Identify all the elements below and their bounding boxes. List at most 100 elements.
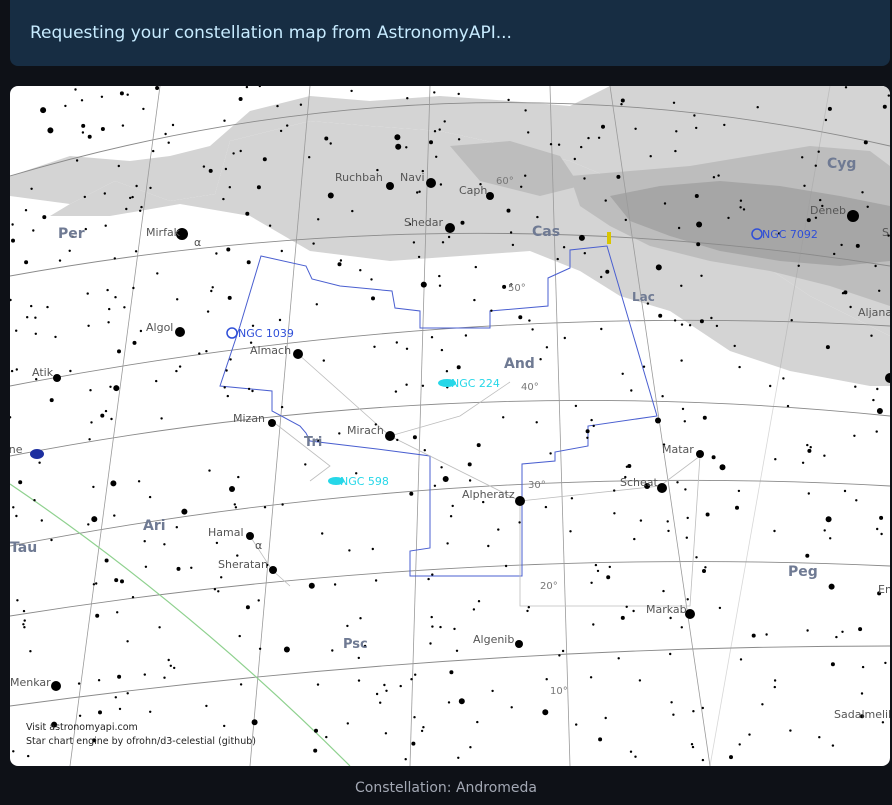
star (175, 369, 178, 373)
star (346, 722, 349, 725)
star (34, 332, 37, 335)
star (126, 93, 129, 96)
star (442, 476, 449, 482)
star (131, 195, 134, 199)
star-label-mirfak: Mirfak (146, 226, 181, 239)
star (113, 257, 117, 260)
star (453, 627, 456, 631)
star (717, 174, 720, 177)
star (383, 683, 386, 687)
star (858, 627, 863, 632)
star (190, 566, 193, 569)
star (163, 543, 166, 546)
star (420, 729, 424, 733)
star (751, 633, 756, 638)
status-banner: Requesting your constellation map from A… (10, 0, 890, 66)
star-chart: Ruchbah Navi Caph Shedar Mirfak Deneb Al… (10, 86, 890, 766)
star (142, 107, 145, 111)
star (457, 92, 460, 96)
star (38, 461, 41, 464)
star (114, 578, 119, 583)
star (160, 417, 163, 420)
star (578, 234, 585, 241)
star (509, 231, 513, 234)
ngc-7092-label: NGC 7092 (762, 228, 818, 241)
star (116, 611, 119, 614)
star (440, 348, 444, 352)
star (322, 359, 325, 362)
star (467, 462, 472, 467)
star (601, 124, 605, 129)
star (92, 583, 96, 586)
star (74, 88, 77, 91)
star (685, 536, 688, 539)
credit-line-1: Visit astronomyapi.com (26, 722, 138, 733)
star (54, 335, 57, 339)
star (739, 199, 743, 202)
star (527, 131, 530, 134)
star (406, 97, 409, 100)
star (316, 683, 320, 686)
star (592, 623, 595, 626)
star (833, 252, 836, 256)
star (613, 489, 616, 492)
star (100, 127, 105, 131)
star (224, 167, 228, 171)
star (801, 156, 804, 159)
star (695, 556, 698, 559)
star (258, 647, 262, 650)
star (806, 629, 809, 632)
star (684, 488, 687, 491)
star (256, 185, 261, 190)
star (563, 336, 566, 340)
star (15, 329, 18, 332)
star (557, 143, 561, 146)
star (742, 208, 746, 211)
star (456, 365, 461, 370)
star (629, 750, 633, 753)
star (83, 195, 87, 199)
star-label-markab: Markab (646, 603, 687, 616)
bright-star (847, 210, 859, 222)
star (774, 458, 777, 461)
star (569, 530, 572, 533)
star (134, 250, 138, 253)
star (524, 174, 527, 177)
star (817, 150, 820, 153)
star (117, 349, 121, 354)
constellation-and: And (504, 356, 535, 372)
star (429, 642, 432, 645)
star (786, 404, 790, 408)
star (539, 358, 542, 361)
star (58, 259, 62, 262)
star (140, 205, 143, 209)
star (137, 480, 141, 483)
star (827, 106, 832, 111)
milky-way (10, 86, 890, 386)
star (404, 758, 407, 761)
star (823, 454, 826, 457)
star (474, 265, 477, 269)
star (531, 328, 534, 331)
star (106, 288, 109, 292)
star (457, 756, 460, 759)
star (655, 264, 662, 271)
star (281, 503, 284, 506)
star (469, 746, 472, 749)
star (208, 168, 213, 173)
star (476, 443, 481, 448)
star (421, 384, 425, 387)
star (831, 744, 835, 747)
star (823, 529, 826, 532)
star (143, 673, 146, 676)
star (247, 387, 251, 391)
star (680, 284, 683, 287)
star (405, 383, 408, 386)
star (91, 516, 98, 523)
star (639, 519, 643, 522)
star (100, 95, 104, 98)
star (40, 107, 47, 114)
star (672, 101, 676, 104)
star-chart-svg: Ruchbah Navi Caph Shedar Mirfak Deneb Al… (10, 86, 890, 766)
star (125, 207, 128, 211)
